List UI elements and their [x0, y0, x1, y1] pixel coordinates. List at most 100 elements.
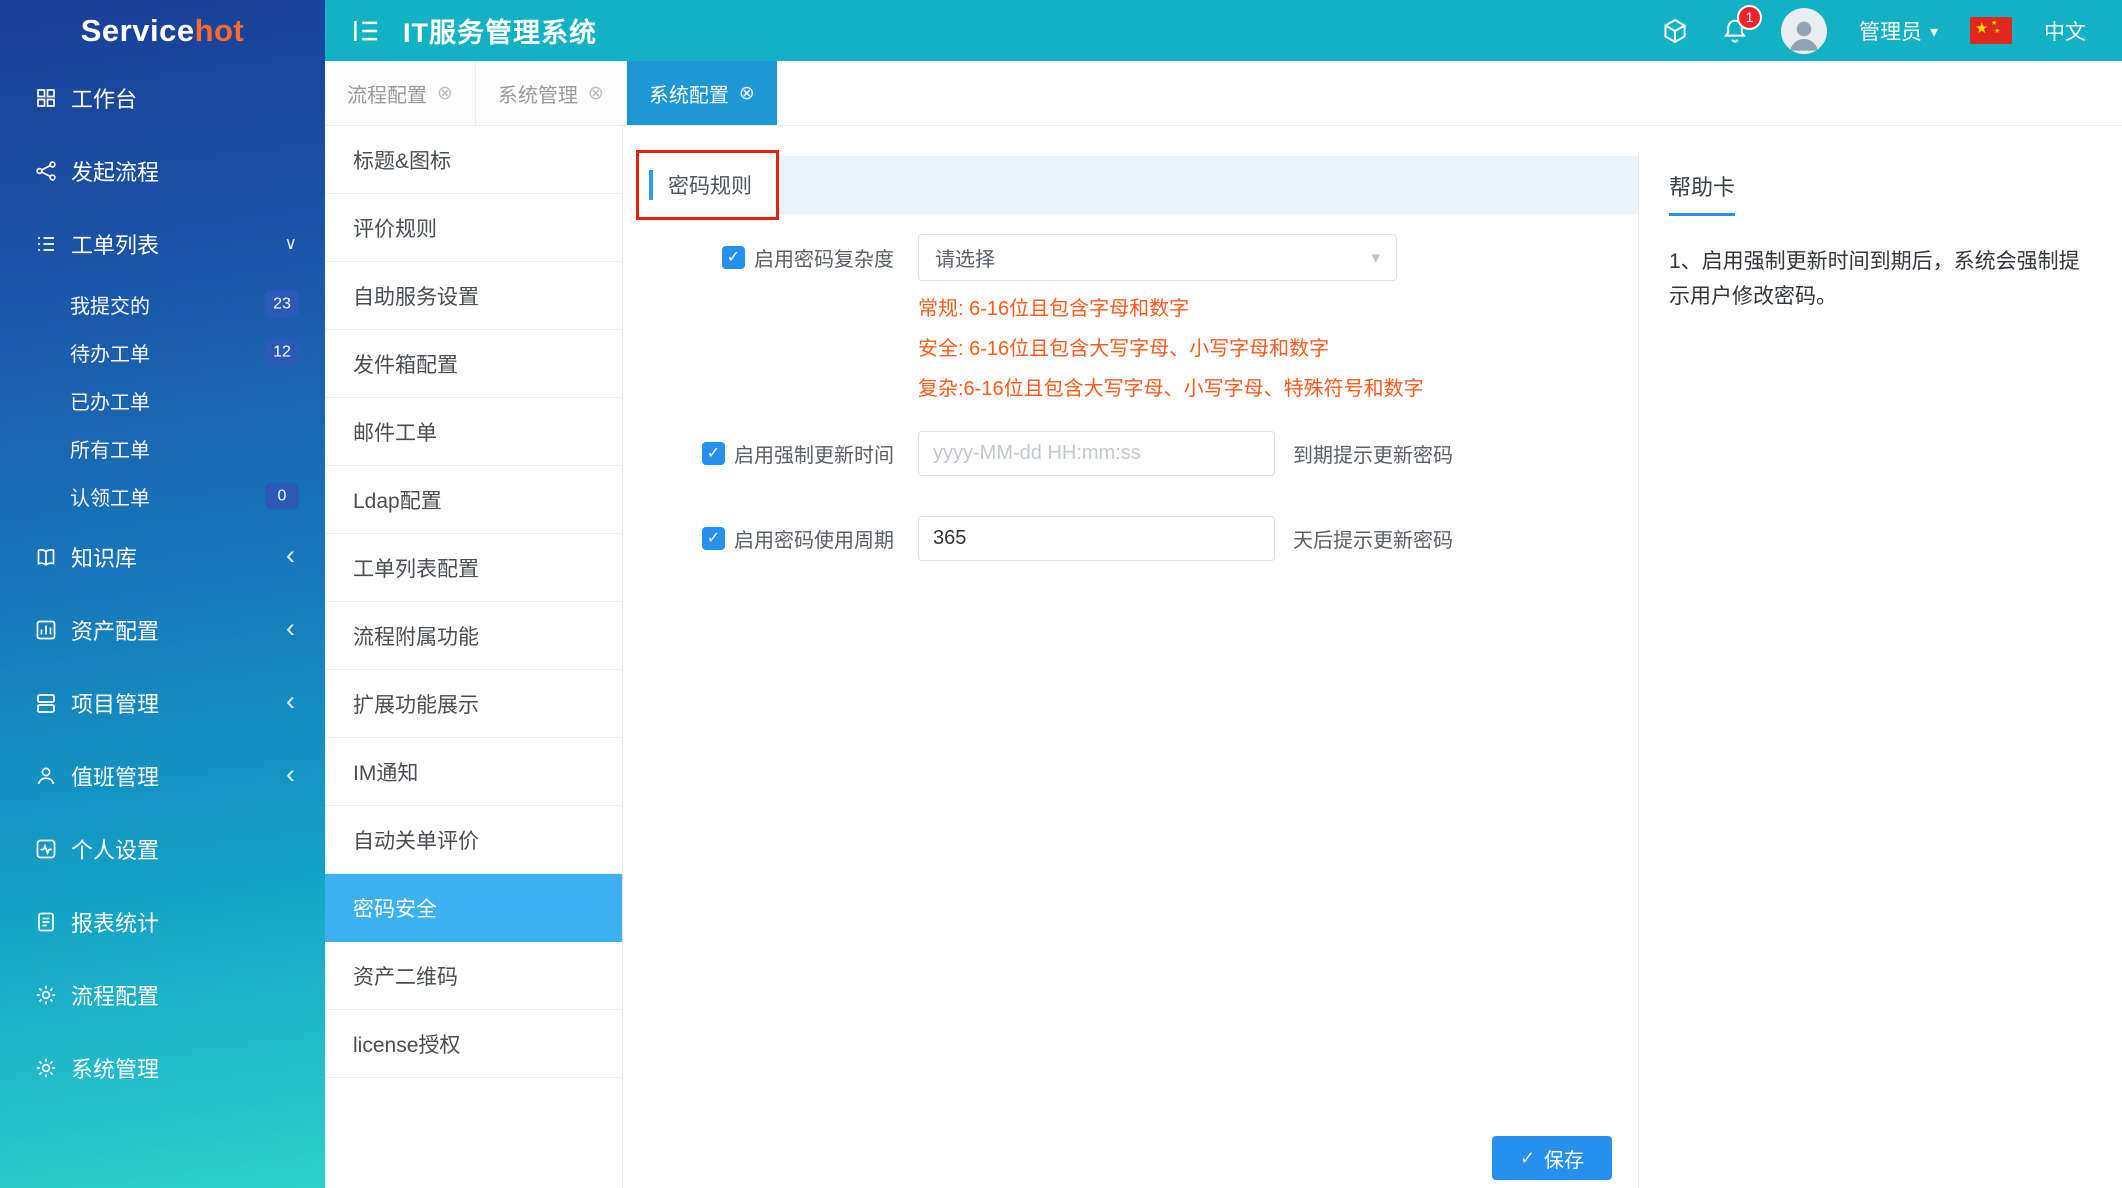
sidebar-item-label: 个人设置 — [71, 833, 159, 865]
sidebar-item-workbench[interactable]: 工作台 — [0, 61, 325, 134]
header-actions: 1 管理员 ★ ★ ★ 中文 — [1661, 8, 2086, 54]
count-badge: 23 — [265, 291, 299, 318]
submenu-item-flow-attach[interactable]: 流程附属功能 — [325, 602, 622, 670]
password-cycle-input[interactable] — [918, 516, 1275, 561]
sidebar-subitem-label: 已办工单 — [70, 386, 150, 415]
password-cycle-label: 启用密码使用周期 — [734, 524, 894, 553]
help-card-title: 帮助卡 — [1669, 152, 2092, 216]
user-avatar[interactable] — [1781, 8, 1827, 54]
submenu-item-rating-rules[interactable]: 评价规则 — [325, 194, 622, 262]
submenu-item-auto-close-rating[interactable]: 自动关单评价 — [325, 806, 622, 874]
complexity-checkbox[interactable] — [722, 246, 745, 269]
submenu-item-asset-qrcode[interactable]: 资产二维码 — [325, 942, 622, 1010]
user-name: 管理员 — [1859, 16, 1922, 46]
sidebar-item-start-flow[interactable]: 发起流程 — [0, 134, 325, 207]
sidebar: Servicehot 工作台 发起流程 工单列表 我提交的 23 待办工单 12 — [0, 0, 325, 1188]
flag-star-icon: ★ — [1994, 28, 2000, 35]
complexity-row: 启用密码复杂度 请选择 — [623, 234, 1638, 281]
flow-branch-icon — [34, 159, 58, 183]
force-update-label: 启用强制更新时间 — [734, 439, 894, 468]
package-cube-icon[interactable] — [1661, 17, 1689, 45]
submenu-item-extension-display[interactable]: 扩展功能展示 — [325, 670, 622, 738]
sidebar-item-duty-mgmt[interactable]: 值班管理 — [0, 739, 325, 812]
sidebar-item-knowledge-base[interactable]: 知识库 — [0, 520, 325, 593]
password-rules-panel: 密码规则 启用密码复杂度 请选择 — [623, 126, 1638, 1188]
page-title: IT服务管理系统 — [403, 11, 597, 50]
sidebar-subitem-my-submitted[interactable]: 我提交的 23 — [0, 280, 325, 328]
logo-text-service: Service — [81, 13, 195, 49]
chevron-down-icon — [1930, 19, 1938, 43]
tab-label: 系统管理 — [498, 79, 578, 108]
notification-badge: 1 — [1737, 5, 1762, 30]
tab-close-icon[interactable] — [739, 82, 755, 105]
sidebar-subitem-label: 我提交的 — [70, 290, 150, 319]
sidebar-item-label: 知识库 — [71, 541, 137, 573]
section-header-band — [779, 156, 1638, 214]
top-header: IT服务管理系统 1 管理员 ★ ★ — [325, 0, 2122, 61]
complexity-select-value: 请选择 — [935, 243, 995, 272]
sidebar-item-flow-config[interactable]: 流程配置 — [0, 958, 325, 1031]
password-cycle-row: 启用密码使用周期 天后提示更新密码 — [623, 516, 1638, 561]
section-header-row: 密码规则 — [636, 156, 1638, 214]
submenu-item-outbox-config[interactable]: 发件箱配置 — [325, 330, 622, 398]
sidebar-item-ticket-list[interactable]: 工单列表 — [0, 207, 325, 280]
submenu-item-title-icon[interactable]: 标题&图标 — [325, 126, 622, 194]
logo-text-hot: hot — [195, 13, 245, 49]
tab-system-config[interactable]: 系统配置 — [627, 61, 777, 125]
main-column: IT服务管理系统 1 管理员 ★ ★ — [325, 0, 2122, 1188]
china-flag-icon[interactable]: ★ ★ ★ — [1970, 17, 2012, 44]
force-update-row: 启用强制更新时间 到期提示更新密码 — [623, 431, 1638, 476]
submenu-item-ticket-list-config[interactable]: 工单列表配置 — [325, 534, 622, 602]
sidebar-item-label: 报表统计 — [71, 906, 159, 938]
submenu-item-self-service[interactable]: 自助服务设置 — [325, 262, 622, 330]
sidebar-subitem-todo-tickets[interactable]: 待办工单 12 — [0, 328, 325, 376]
pulse-icon — [34, 837, 58, 861]
submenu-item-im-notify[interactable]: IM通知 — [325, 738, 622, 806]
sidebar-subitem-claim-tickets[interactable]: 认领工单 0 — [0, 472, 325, 520]
password-cycle-suffix: 天后提示更新密码 — [1293, 524, 1453, 553]
sidebar-item-label: 资产配置 — [71, 614, 159, 646]
red-annotation-box: 密码规则 — [636, 150, 779, 220]
submenu-item-mail-ticket[interactable]: 邮件工单 — [325, 398, 622, 466]
sidebar-item-asset-config[interactable]: 资产配置 — [0, 593, 325, 666]
tab-flow-config[interactable]: 流程配置 — [325, 61, 476, 125]
settings-submenu: 标题&图标 评价规则 自助服务设置 发件箱配置 邮件工单 Ldap配置 工单列表… — [325, 126, 623, 1188]
user-menu[interactable]: 管理员 — [1859, 16, 1938, 46]
save-button[interactable]: 保存 — [1492, 1136, 1612, 1180]
grid-icon — [34, 86, 58, 110]
bar-chart-icon — [34, 618, 58, 642]
sidebar-item-system-mgmt[interactable]: 系统管理 — [0, 1031, 325, 1104]
sidebar-item-personal-settings[interactable]: 个人设置 — [0, 812, 325, 885]
avatar-person-icon — [1784, 14, 1824, 54]
tab-system-mgmt[interactable]: 系统管理 — [476, 61, 627, 125]
report-icon — [34, 910, 58, 934]
force-update-suffix: 到期提示更新密码 — [1293, 439, 1453, 468]
sidebar-item-project-mgmt[interactable]: 项目管理 — [0, 666, 325, 739]
sidebar-subitem-done-tickets[interactable]: 已办工单 — [0, 376, 325, 424]
password-cycle-checkbox[interactable] — [702, 527, 725, 550]
password-rules-form: 启用密码复杂度 请选择 常规: 6-16位且包含字母和数字 安全: 6-16位且… — [623, 234, 1638, 561]
hint-safe: 安全: 6-16位且包含大写字母、小写字母和数字 — [918, 329, 1638, 369]
language-switcher[interactable]: 中文 — [2044, 16, 2086, 46]
sidebar-item-report-stats[interactable]: 报表统计 — [0, 885, 325, 958]
sidebar-item-label: 项目管理 — [71, 687, 159, 719]
complexity-select[interactable]: 请选择 — [918, 234, 1397, 281]
notification-bell-icon[interactable]: 1 — [1721, 17, 1749, 45]
flag-star-icon: ★ — [1975, 19, 1988, 39]
force-update-checkbox[interactable] — [702, 442, 725, 465]
select-caret-icon — [1371, 246, 1380, 269]
tab-label: 流程配置 — [347, 79, 427, 108]
sidebar-item-label: 工作台 — [71, 82, 137, 114]
tab-close-icon[interactable] — [437, 82, 453, 105]
stacked-cards-icon — [34, 691, 58, 715]
sidebar-subitem-all-tickets[interactable]: 所有工单 — [0, 424, 325, 472]
count-badge: 12 — [265, 339, 299, 366]
submenu-item-ldap-config[interactable]: Ldap配置 — [325, 466, 622, 534]
help-card: 帮助卡 1、启用强制更新时间到期后，系统会强制提示用户修改密码。 — [1638, 152, 2122, 1188]
list-icon — [34, 232, 58, 256]
sidebar-collapse-icon[interactable] — [351, 16, 381, 46]
submenu-item-password-security[interactable]: 密码安全 — [325, 874, 622, 942]
submenu-item-license-auth[interactable]: license授权 — [325, 1010, 622, 1078]
tab-close-icon[interactable] — [588, 82, 604, 105]
force-update-datetime-input[interactable] — [918, 431, 1275, 476]
